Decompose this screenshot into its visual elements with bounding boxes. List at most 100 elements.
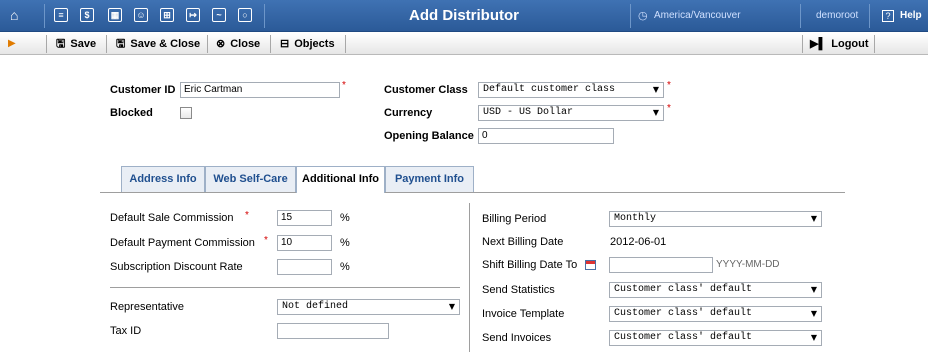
date-format-hint: YYYY-MM-DD [716,259,780,270]
logout-icon: ▶▌ [810,38,827,50]
send-statistics-value: Customer class' default [614,284,753,295]
send-statistics-select[interactable]: Customer class' default ▼ [609,282,822,298]
toolbar-divider [207,35,208,53]
send-invoices-label: Send Invoices [482,332,552,344]
tab-baseline [385,192,845,193]
grid-icon[interactable]: ▦ [108,8,122,22]
invoice-template-label: Invoice Template [482,308,565,320]
chevron-down-icon: ▼ [810,214,817,223]
invoice-template-value: Customer class' default [614,308,753,319]
toolbar-divider [264,4,265,28]
representative-value: Not defined [282,301,349,312]
top-navigation-bar: ⌂ ≡ $ ▦ ☺ ⊞ ↦ ~ ○ Add Distributor ◷ Amer… [0,0,928,32]
toolbar-divider [874,35,875,53]
customer-id-input[interactable]: Eric Cartman [180,82,340,98]
billing-period-label: Billing Period [482,213,547,225]
payment-commission-label: Default Payment Commission [110,237,255,249]
toolbar-divider [345,35,346,53]
discount-rate-input[interactable] [277,259,332,275]
toolbar-divider [630,4,631,28]
save-label: Save [70,38,97,50]
toolbar-divider [802,35,803,53]
objects-label: Objects [294,38,335,50]
toolbar-divider [46,35,47,53]
tax-id-input[interactable] [277,323,389,339]
send-statistics-label: Send Statistics [482,284,555,296]
percent-label: % [340,261,350,273]
toolbar-divider [800,4,801,28]
discount-rate-label: Subscription Discount Rate [110,261,243,273]
representative-label: Representative [110,301,184,313]
customer-class-label: Customer Class [384,84,468,96]
chevron-down-icon: ▼ [810,333,817,342]
export-icon[interactable]: ↦ [186,8,200,22]
search-icon[interactable]: ○ [238,8,252,22]
expand-arrow-icon[interactable]: ▶ [8,38,16,49]
floppy-disk-icon: 🖫 [116,38,126,50]
billing-period-value: Monthly [614,213,657,224]
invoice-template-select[interactable]: Customer class' default ▼ [609,306,822,322]
column-divider [469,203,470,352]
home-icon[interactable]: ⌂ [10,7,18,23]
person-icon[interactable]: ☺ [134,8,148,22]
logout-button[interactable]: ▶▌ Logout [810,33,869,55]
tab-web-self-care[interactable]: Web Self-Care [205,166,296,192]
send-invoices-select[interactable]: Customer class' default ▼ [609,330,822,346]
opening-balance-label: Opening Balance [384,130,474,142]
tree-icon[interactable]: ⊞ [160,8,174,22]
currency-label: Currency [384,107,433,119]
shift-billing-date-input[interactable] [609,257,713,273]
tab-payment-info[interactable]: Payment Info [385,166,474,192]
send-invoices-value: Customer class' default [614,332,753,343]
timezone-link[interactable]: America/Vancouver [654,0,741,32]
toolbar-divider [869,4,870,28]
action-toolbar: ▶ 🖫 Save 🖫 Save & Close ⊗ Close ⊟ Objects ▶▌… [0,33,928,55]
objects-button[interactable]: ⊟ Objects [280,33,335,55]
list-icon[interactable]: ≡ [54,8,68,22]
percent-label: % [340,237,350,249]
chevron-down-icon: ▼ [810,285,817,294]
calendar-icon[interactable] [585,260,596,270]
floppy-disk-icon: 🖫 [56,38,66,50]
customer-class-select[interactable]: Default customer class ▼ [478,82,664,98]
billing-period-select[interactable]: Monthly ▼ [609,211,822,227]
user-link[interactable]: demoroot [816,0,858,32]
toolbar-divider [44,4,45,28]
help-icon[interactable]: ? [882,10,894,22]
required-marker: * [667,103,671,114]
close-button[interactable]: ⊗ Close [216,33,260,55]
chevron-down-icon: ▼ [810,309,817,318]
tab-baseline [100,192,296,193]
clock-icon: ◷ [638,10,648,22]
customer-id-label: Customer ID [110,84,176,96]
opening-balance-input[interactable]: 0 [478,128,614,144]
required-marker: * [342,80,346,91]
chart-icon[interactable]: ~ [212,8,226,22]
dollar-icon[interactable]: $ [80,8,94,22]
logout-label: Logout [831,38,869,50]
tab-additional-info[interactable]: Additional Info [296,166,385,193]
save-button[interactable]: 🖫 Save [56,33,96,55]
currency-value: USD - US Dollar [483,107,574,118]
save-close-button[interactable]: 🖫 Save & Close [116,33,200,55]
chevron-down-icon: ▼ [652,108,659,117]
percent-label: % [340,212,350,224]
save-close-label: Save & Close [130,38,201,50]
tax-id-label: Tax ID [110,325,142,337]
sale-commission-input[interactable]: 15 [277,210,332,226]
sale-commission-label: Default Sale Commission [110,212,234,224]
blocked-label: Blocked [110,107,153,119]
chevron-down-icon: ▼ [652,85,659,94]
tab-address-info[interactable]: Address Info [121,166,205,192]
representative-select[interactable]: Not defined ▼ [277,299,460,315]
next-billing-date-value: 2012-06-01 [610,236,667,248]
required-marker: * [245,210,249,221]
chevron-down-icon: ▼ [448,302,455,311]
section-divider [110,287,460,288]
toolbar-divider [106,35,107,53]
blocked-checkbox[interactable] [180,107,192,119]
objects-icon: ⊟ [280,38,290,50]
payment-commission-input[interactable]: 10 [277,235,332,251]
help-link[interactable]: Help [900,0,922,32]
currency-select[interactable]: USD - US Dollar ▼ [478,105,664,121]
